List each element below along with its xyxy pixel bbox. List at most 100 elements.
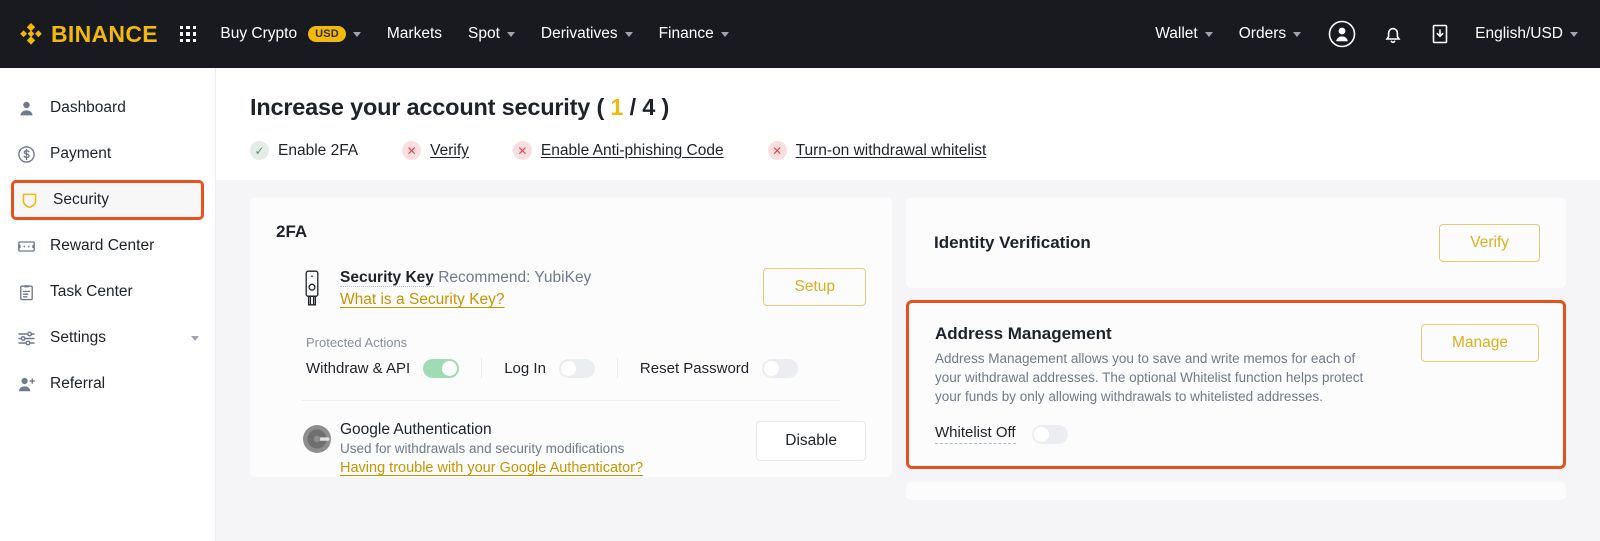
grid-apps-icon[interactable] [179, 25, 197, 43]
sidebar-item-dashboard[interactable]: Dashboard [0, 88, 215, 128]
binance-wordmark: BINANCE [51, 20, 158, 47]
sidebar-item-payment[interactable]: Payment [0, 134, 215, 174]
sidebar-item-label: Task Center [50, 283, 133, 300]
chevron-down-icon [191, 335, 199, 341]
sidebar: Dashboard Payment Security Reward Center… [0, 68, 216, 541]
main-content: Increase your account security ( 1 / 4 )… [216, 68, 1600, 541]
security-step-label[interactable]: Turn-on withdrawal whitelist [796, 142, 987, 160]
security-header: Increase your account security ( 1 / 4 )… [216, 68, 1600, 180]
divider [481, 358, 483, 378]
sidebar-item-security[interactable]: Security [11, 180, 204, 220]
security-key-recommend: Recommend: YubiKey [438, 269, 592, 286]
whitelist-toggle[interactable] [1031, 424, 1068, 444]
log-in-toggle[interactable] [558, 358, 595, 378]
google-authenticator-icon [302, 424, 336, 459]
shield-icon [19, 191, 40, 210]
nav-item-markets[interactable]: Markets [387, 25, 442, 43]
google-authentication-subtitle: Used for withdrawals and security modifi… [340, 441, 625, 456]
sidebar-item-label: Reward Center [50, 237, 155, 254]
address-management-text: Address Management Address Management al… [935, 324, 1421, 406]
clipboard-icon [16, 283, 37, 302]
security-step-verify[interactable]: ✕ Verify [402, 141, 469, 160]
sidebar-item-label: Referral [50, 375, 106, 392]
cross-circle-icon: ✕ [512, 141, 532, 160]
sidebar-item-reward-center[interactable]: Reward Center [0, 226, 215, 266]
usd-currency-badge[interactable]: USD [308, 25, 346, 43]
chevron-down-icon [1293, 31, 1302, 37]
security-step-enable-2fa[interactable]: ✓ Enable 2FA [250, 141, 358, 160]
ticket-icon [16, 237, 37, 256]
twofa-card-title: 2FA [276, 222, 308, 241]
chevron-down-icon [720, 31, 729, 37]
what-is-security-key-link[interactable]: What is a Security Key? [340, 291, 505, 309]
nav-item-orders[interactable]: Orders [1238, 25, 1302, 43]
identity-verification-card: Identity Verification Verify [906, 198, 1566, 288]
security-key-row: Security Key Recommend: YubiKey What is … [276, 242, 866, 313]
security-key-text: Security Key Recommend: YubiKey What is … [336, 268, 763, 309]
google-authentication-text: Google Authentication Used for withdrawa… [336, 421, 756, 477]
nav-item-wallet[interactable]: Wallet [1155, 25, 1213, 43]
nav-item-markets-label: Markets [386, 25, 443, 42]
nav-item-finance[interactable]: Finance [659, 25, 729, 43]
nav-item-finance-label: Finance [658, 25, 714, 42]
toggle-group-withdraw-api: Withdraw & API [306, 358, 460, 378]
security-step-withdrawal-whitelist[interactable]: ✕ Turn-on withdrawal whitelist [767, 141, 987, 160]
sidebar-item-label: Dashboard [50, 99, 126, 116]
dollar-circle-icon [16, 145, 37, 164]
nav-item-derivatives[interactable]: Derivatives [541, 25, 633, 43]
sidebar-item-referral[interactable]: Referral [0, 364, 215, 404]
security-step-label[interactable]: Enable Anti-phishing Code [541, 142, 724, 160]
disable-button[interactable]: Disable [756, 421, 866, 461]
protected-actions-label: Protected Actions [306, 335, 408, 350]
security-panels: 2FA Security Key Recommend: YubiKey What… [216, 180, 1600, 541]
security-key-heading: Security Key Recommend: YubiKey [340, 268, 763, 289]
locale-selector[interactable]: English/USD [1475, 25, 1578, 43]
toggle-label: Reset Password [639, 359, 750, 377]
whitelist-status-label: Whitelist Off [935, 424, 1016, 445]
reset-password-toggle[interactable] [762, 358, 799, 378]
setup-button[interactable]: Setup [763, 268, 866, 306]
security-progress-count: 1 [610, 94, 624, 120]
top-navigation-bar: BINANCE Buy Crypto USD Markets Spot Deri… [0, 0, 1600, 68]
chevron-down-icon [1570, 31, 1578, 37]
chevron-down-icon [1204, 31, 1213, 37]
binance-logo[interactable]: BINANCE [18, 21, 158, 48]
chevron-down-icon [352, 31, 361, 37]
left-column: 2FA Security Key Recommend: YubiKey What… [250, 198, 892, 541]
download-app-icon[interactable] [1429, 22, 1451, 46]
toggle-group-reset-password: Reset Password [639, 358, 799, 378]
sidebar-item-settings[interactable]: Settings [0, 318, 215, 358]
user-icon [16, 99, 37, 118]
sidebar-item-label: Security [53, 191, 109, 208]
verify-button[interactable]: Verify [1439, 224, 1540, 262]
cross-circle-icon: ✕ [767, 141, 787, 160]
google-authenticator-help-link[interactable]: Having trouble with your Google Authenti… [340, 460, 643, 476]
user-plus-icon [16, 375, 37, 394]
locale-label: English/USD [1475, 25, 1563, 42]
nav-item-buy-crypto[interactable]: Buy Crypto USD [220, 25, 361, 43]
security-key-name: Security Key [340, 269, 434, 287]
nav-item-spot-label: Spot [468, 25, 500, 42]
sidebar-item-task-center[interactable]: Task Center [0, 272, 215, 312]
security-step-anti-phishing[interactable]: ✕ Enable Anti-phishing Code [512, 141, 724, 160]
nav-item-spot[interactable]: Spot [468, 25, 515, 43]
sidebar-item-label: Settings [50, 329, 107, 346]
right-column: Identity Verification Verify Address Man… [906, 198, 1566, 541]
protected-actions-toggles: Withdraw & API Log In Reset Password [276, 350, 866, 378]
user-account-icon[interactable] [1327, 19, 1357, 49]
manage-button[interactable]: Manage [1420, 324, 1539, 362]
nav-item-buy-crypto-label: Buy Crypto [220, 25, 298, 42]
address-management-title: Address Management [935, 324, 1112, 343]
nav-item-wallet-label: Wallet [1155, 25, 1198, 42]
nav-item-orders-label: Orders [1238, 25, 1287, 42]
check-circle-icon: ✓ [250, 141, 269, 160]
whitelist-row: Whitelist Off [935, 424, 1539, 445]
notification-bell-icon[interactable] [1381, 22, 1405, 46]
withdraw-api-toggle[interactable] [423, 358, 460, 378]
google-authentication-row: Google Authentication Used for withdrawa… [276, 401, 866, 477]
security-step-label[interactable]: Verify [430, 142, 469, 160]
divider [616, 358, 618, 378]
security-step-label: Enable 2FA [278, 141, 359, 159]
address-management-description: Address Management allows you to save an… [935, 351, 1364, 405]
binance-logo-mark [18, 21, 44, 47]
